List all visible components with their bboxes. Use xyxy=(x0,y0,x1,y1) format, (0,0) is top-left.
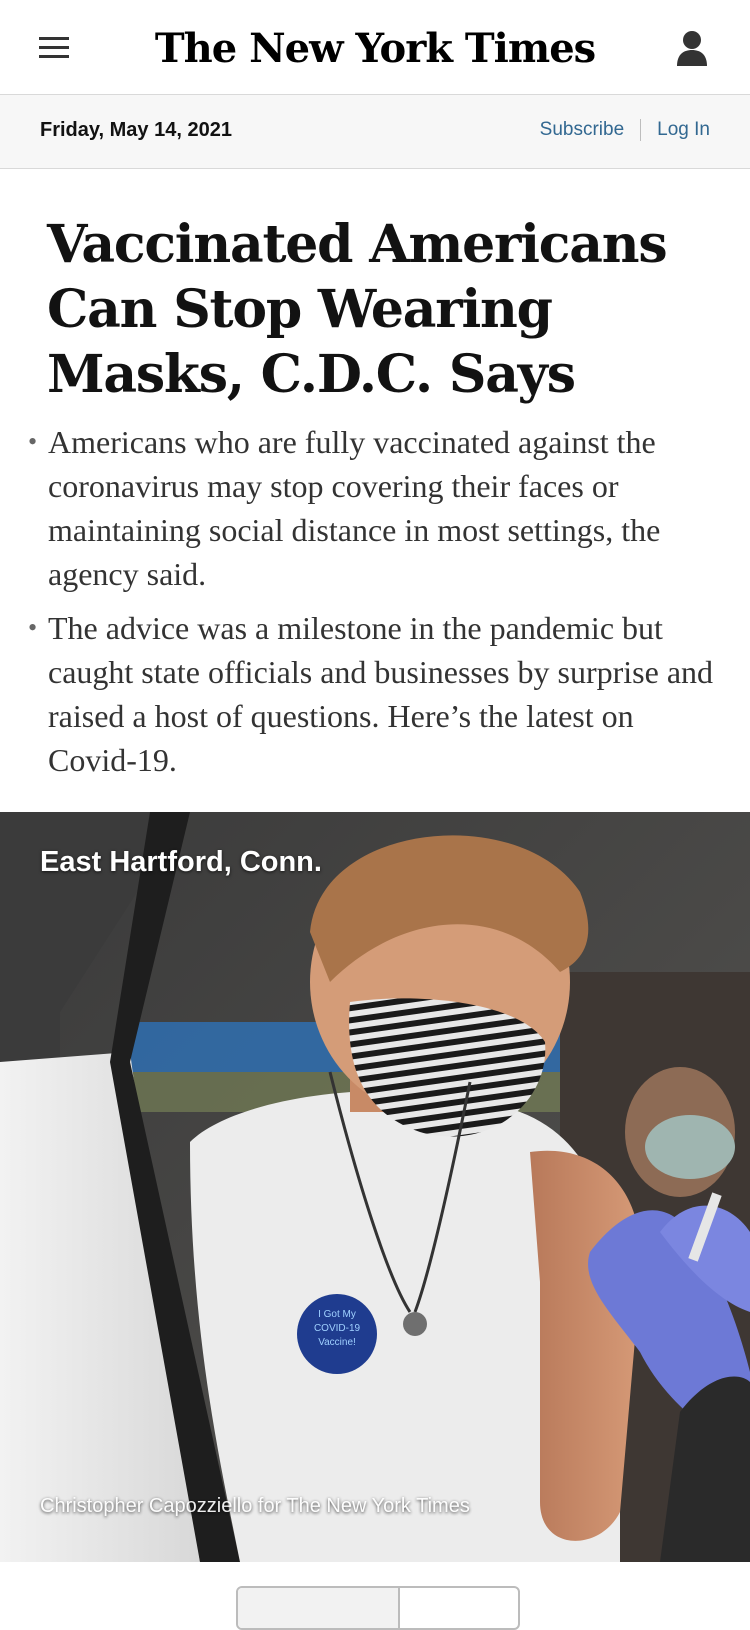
summary-text: Americans who are fully vaccinated again… xyxy=(48,424,661,592)
summary-item: • Americans who are fully vaccinated aga… xyxy=(28,420,728,596)
summary-text: The advice was a milestone in the pandem… xyxy=(48,610,714,778)
subscribe-link[interactable]: Subscribe xyxy=(540,119,625,141)
login-link[interactable]: Log In xyxy=(657,119,710,141)
svg-text:COVID-19: COVID-19 xyxy=(314,1323,361,1334)
hamburger-menu-icon xyxy=(39,37,69,58)
story-summary-list: • Americans who are fully vaccinated aga… xyxy=(28,420,728,792)
lead-photo[interactable]: I Got My COVID-19 Vaccine! East Hartford… xyxy=(0,812,750,1562)
account-button[interactable] xyxy=(668,24,716,72)
menu-button[interactable] xyxy=(30,28,78,68)
section-toggle xyxy=(236,1586,520,1630)
bullet-icon: • xyxy=(28,427,38,456)
nyt-logo[interactable]: The New York Times xyxy=(155,18,596,78)
date-bar: Friday, May 14, 2021 Subscribe Log In xyxy=(0,95,750,169)
summary-item: • The advice was a milestone in the pand… xyxy=(28,606,728,782)
bullet-icon: • xyxy=(28,613,38,642)
svg-text:I Got My: I Got My xyxy=(318,1309,356,1320)
story-headline[interactable]: Vaccinated Americans Can Stop Wearing Ma… xyxy=(47,212,727,407)
svg-text:Vaccine!: Vaccine! xyxy=(318,1337,356,1348)
photo-illustration: I Got My COVID-19 Vaccine! xyxy=(0,812,750,1562)
toggle-option-right[interactable] xyxy=(400,1588,518,1628)
masthead: The New York Times xyxy=(0,0,750,95)
photo-credit: Christopher Capozziello for The New York… xyxy=(40,1495,470,1517)
toggle-option-left[interactable] xyxy=(238,1588,400,1628)
link-divider xyxy=(640,119,642,141)
current-date: Friday, May 14, 2021 xyxy=(40,119,232,141)
account-links: Subscribe Log In xyxy=(540,119,710,141)
photo-dateline: East Hartford, Conn. xyxy=(40,846,322,878)
user-account-icon xyxy=(677,31,707,66)
